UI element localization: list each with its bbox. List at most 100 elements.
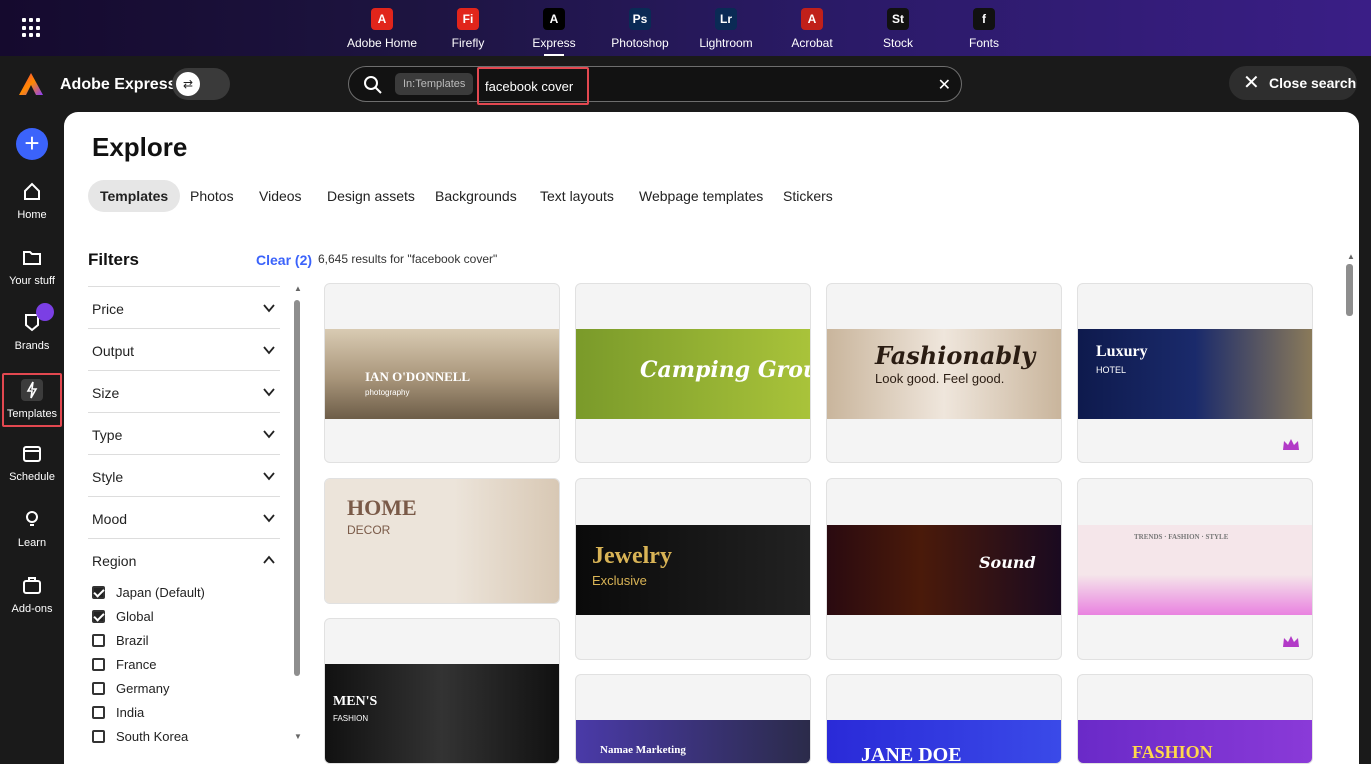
app-photoshop[interactable]: Ps Photoshop	[597, 8, 683, 50]
rail-item-templates[interactable]: Templates	[2, 373, 62, 427]
results-count: 6,645 results for "facebook cover"	[318, 252, 498, 266]
app-adobe-home[interactable]: A Adobe Home	[339, 8, 425, 50]
template-card[interactable]: JANE DOE	[826, 674, 1062, 764]
clear-search-icon[interactable]: ✕	[938, 75, 951, 95]
scroll-down-icon[interactable]: ▼	[294, 732, 302, 741]
rail-item-brands[interactable]: Brands	[2, 311, 62, 352]
template-headline: MEN'S	[333, 694, 378, 709]
tab-stickers[interactable]: Stickers	[771, 180, 845, 212]
template-card[interactable]: TRENDS · FASHION · STYLE	[1077, 478, 1313, 660]
tab-design-assets[interactable]: Design assets	[315, 180, 427, 212]
region-option-label: Brazil	[116, 633, 149, 648]
filter-output[interactable]: Output	[88, 328, 280, 370]
region-option-label: France	[116, 657, 157, 672]
addons-icon	[23, 577, 41, 594]
template-card[interactable]: IAN O'DONNELL photography	[324, 283, 560, 463]
filter-size[interactable]: Size	[88, 370, 280, 412]
template-headline: Camping Group	[640, 357, 810, 383]
template-subtext: DECOR	[347, 523, 391, 537]
app-lightroom[interactable]: Lr Lightroom	[683, 8, 769, 50]
chevron-down-icon	[263, 346, 275, 355]
create-new-button[interactable]: +	[16, 128, 48, 160]
template-card[interactable]: MEN'S FASHION	[324, 618, 560, 764]
page-title: Explore	[92, 132, 188, 162]
rail-item-add-ons[interactable]: Add-ons	[2, 574, 62, 615]
app-label: Fonts	[968, 36, 999, 50]
close-search-label: Close search	[1269, 75, 1357, 91]
search-bar[interactable]: In:Templates ✕	[348, 66, 962, 105]
filter-mood[interactable]: Mood	[88, 496, 280, 538]
main-panel: Explore Templates Photos Videos Design asse…	[64, 112, 1359, 764]
template-card[interactable]: Luxury HOTEL	[1077, 283, 1313, 463]
app-firefly[interactable]: Fi Firefly	[425, 8, 511, 50]
template-headline: Namae Marketing	[600, 744, 686, 756]
tab-text-layouts[interactable]: Text layouts	[528, 180, 626, 212]
template-thumbnail: HOME DECOR	[325, 479, 559, 603]
rail-item-label: Add-ons	[11, 603, 53, 615]
filter-label: Region	[92, 553, 137, 569]
filter-type[interactable]: Type	[88, 412, 280, 454]
template-thumbnail: Namae Marketing	[576, 720, 810, 763]
tab-videos[interactable]: Videos	[247, 180, 314, 212]
filter-region[interactable]: Region	[88, 538, 280, 580]
app-fonts[interactable]: f Fonts	[941, 8, 1027, 50]
filter-style[interactable]: Style	[88, 454, 280, 496]
app-express[interactable]: A Express	[511, 8, 597, 56]
grid-scroll-up-icon[interactable]: ▲	[1347, 252, 1355, 261]
checkbox[interactable]	[92, 730, 105, 743]
filter-label: Mood	[92, 511, 128, 527]
template-subtext: Exclusive	[592, 573, 647, 588]
quick-actions-toggle[interactable]: ⇄	[172, 68, 230, 100]
filter-label: Style	[92, 469, 124, 485]
filter-price[interactable]: Price	[88, 286, 280, 328]
checkbox[interactable]	[92, 658, 105, 671]
search-input[interactable]	[477, 67, 589, 105]
checkbox[interactable]	[92, 706, 105, 719]
adobe-logo-icon: A	[371, 8, 393, 30]
rail-item-your-stuff[interactable]: Your stuff	[2, 246, 62, 287]
rail-item-label: Templates	[6, 408, 58, 420]
tab-templates[interactable]: Templates	[88, 180, 181, 212]
template-card[interactable]: Namae Marketing	[575, 674, 811, 764]
home-icon	[24, 182, 40, 200]
app-stock[interactable]: St Stock	[855, 8, 941, 50]
template-headline: Luxury	[1096, 343, 1148, 360]
results-scrollbar[interactable]	[1346, 264, 1353, 316]
region-option-label: Global	[116, 609, 154, 624]
stock-icon: St	[887, 8, 909, 30]
app-grid-icon[interactable]	[22, 18, 42, 38]
template-subtext: Look good. Feel good.	[875, 371, 1005, 386]
template-card[interactable]: Fashionably Look good. Feel good.	[826, 283, 1062, 463]
clear-filters-link[interactable]: Clear (2)	[256, 252, 312, 268]
filter-label: Size	[92, 385, 120, 401]
template-thumbnail: FASHIONNEW ARRIVAL	[1078, 720, 1312, 763]
rail-item-label: Home	[17, 209, 47, 221]
tab-webpage-templates[interactable]: Webpage templates	[627, 180, 775, 212]
close-search-button[interactable]: ✕ Close search	[1229, 66, 1357, 100]
checkbox[interactable]	[92, 610, 105, 623]
template-subtext: photography	[365, 388, 410, 397]
template-card[interactable]: Jewelry Exclusive	[575, 478, 811, 660]
search-scope-chip[interactable]: In:Templates	[395, 73, 474, 95]
app-label: Photoshop	[611, 36, 669, 50]
template-card[interactable]: Sound	[826, 478, 1062, 660]
checkbox[interactable]	[92, 682, 105, 695]
scroll-up-icon[interactable]: ▲	[294, 284, 302, 293]
template-card[interactable]: FASHIONNEW ARRIVAL	[1077, 674, 1313, 764]
template-card[interactable]: HOME DECOR	[324, 478, 560, 604]
template-headline: JANE DOE	[861, 744, 962, 764]
tab-photos[interactable]: Photos	[178, 180, 246, 212]
template-card[interactable]: Camping Group	[575, 283, 811, 463]
rail-item-home[interactable]: Home	[2, 180, 62, 221]
checkbox[interactable]	[92, 634, 105, 647]
filter-label: Type	[92, 427, 123, 443]
rail-item-label: Your stuff	[9, 275, 55, 287]
app-acrobat[interactable]: A Acrobat	[769, 8, 855, 50]
filters-scrollbar[interactable]	[294, 300, 300, 676]
chevron-down-icon	[263, 304, 275, 313]
tab-backgrounds[interactable]: Backgrounds	[423, 180, 529, 212]
checkbox[interactable]	[92, 586, 105, 599]
rail-item-schedule[interactable]: Schedule	[2, 442, 62, 483]
app-label: Express	[532, 36, 576, 50]
rail-item-learn[interactable]: Learn	[2, 508, 62, 549]
